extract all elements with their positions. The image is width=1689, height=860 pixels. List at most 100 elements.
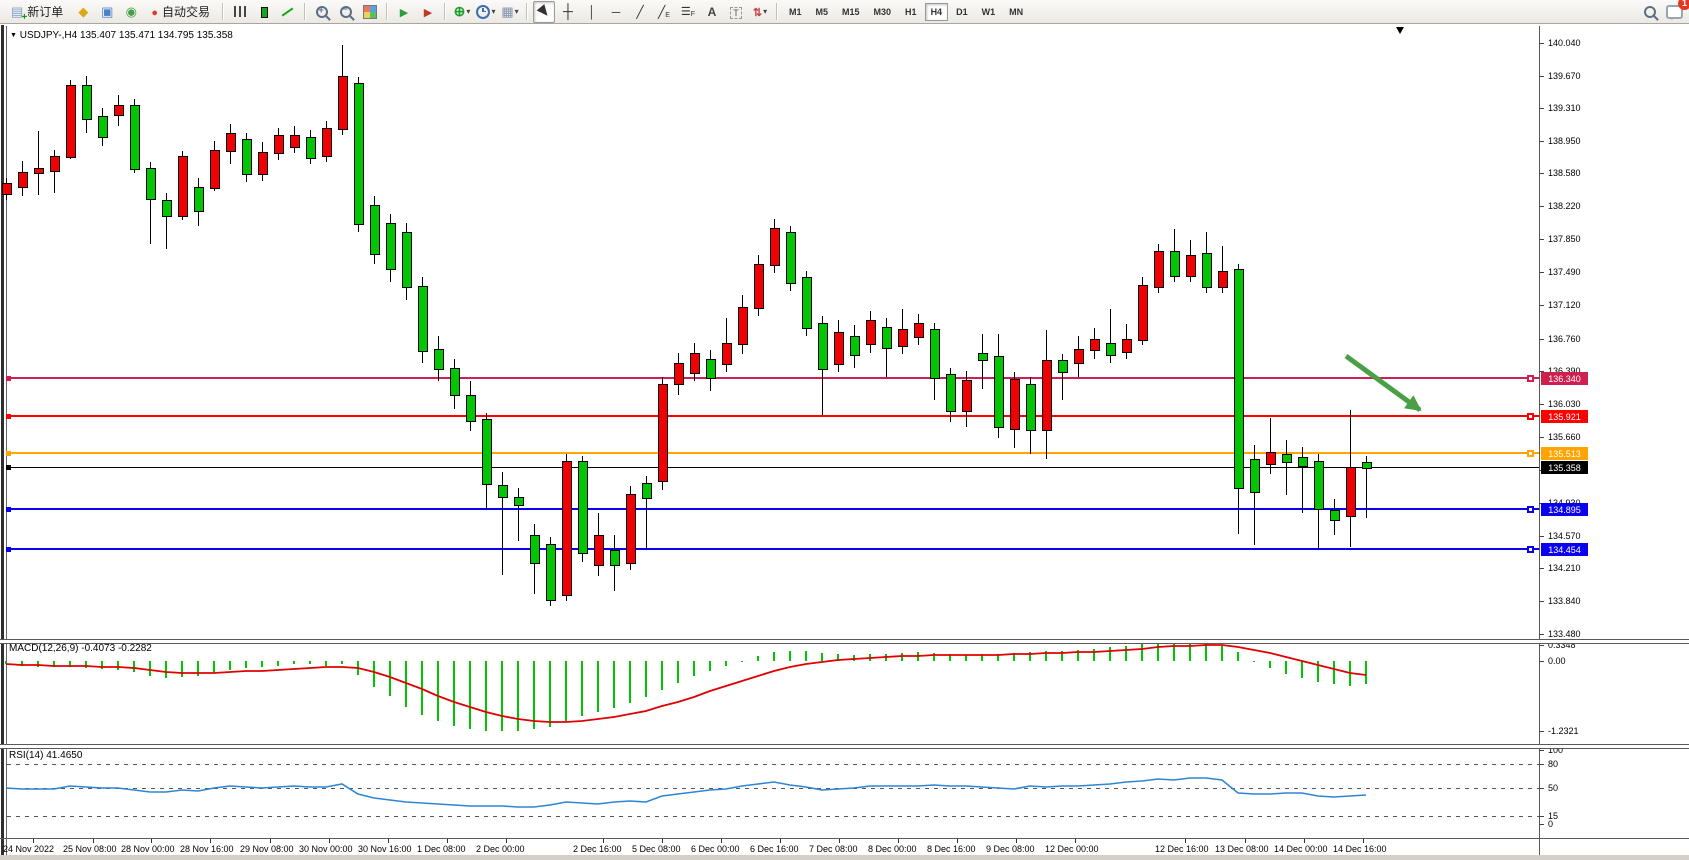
- macd-histogram-bar: [85, 661, 87, 668]
- candle-body: [18, 172, 28, 188]
- price-tag: 134.454: [1541, 543, 1588, 556]
- line-left-handle[interactable]: [6, 507, 11, 512]
- candle-body: [1170, 251, 1180, 277]
- candle-body: [1282, 454, 1292, 463]
- macd-histogram-bar: [261, 661, 263, 667]
- rsi-panel-separator[interactable]: [0, 744, 1689, 749]
- macd-histogram-bar: [1237, 652, 1239, 661]
- macd-signal-value: -0.2282: [118, 643, 152, 654]
- current-price-line[interactable]: [7, 467, 1539, 468]
- line-right-handle[interactable]: [1527, 450, 1534, 457]
- macd-histogram-bar: [869, 654, 871, 661]
- macd-histogram-bar: [1061, 651, 1063, 661]
- candle-body: [1298, 457, 1308, 467]
- macd-histogram-bar: [229, 661, 231, 670]
- price-axis-label: 133.480: [1548, 629, 1581, 639]
- candle-body: [1314, 461, 1324, 510]
- candle-body: [706, 359, 716, 379]
- candle-body: [914, 323, 924, 338]
- time-axis-tick: [388, 839, 389, 843]
- macd-histogram-bar: [1285, 661, 1287, 674]
- candle-body: [1202, 253, 1212, 288]
- rsi-line: [6, 778, 1366, 807]
- time-axis-label: 6 Dec 00:00: [691, 844, 740, 854]
- macd-histogram-bar: [533, 661, 535, 729]
- rsi-level-line: [7, 816, 1539, 817]
- candle-body: [722, 343, 732, 365]
- candle-wick: [1270, 418, 1271, 474]
- price-axis-tick: [1539, 339, 1544, 340]
- macd-histogram-bar: [837, 654, 839, 661]
- candle-body: [402, 232, 412, 288]
- macd-histogram-bar: [453, 661, 455, 726]
- macd-histogram-bar: [309, 661, 311, 664]
- candle-body: [258, 152, 268, 175]
- macd-histogram-bar: [21, 661, 23, 666]
- macd-histogram-bar: [853, 655, 855, 661]
- price-axis-label: 134.570: [1548, 531, 1581, 541]
- horizontal-level-line[interactable]: [7, 508, 1539, 510]
- price-axis-tick: [1539, 568, 1544, 569]
- price-axis-label: 137.120: [1548, 300, 1581, 310]
- rsi-value: 41.4650: [46, 750, 82, 761]
- candle-body: [546, 544, 556, 601]
- candle-body: [1250, 459, 1260, 493]
- candle-body: [82, 85, 92, 120]
- candle-body: [674, 363, 684, 385]
- macd-histogram-bar: [1333, 661, 1335, 684]
- macd-axis-label: -1.2321: [1548, 726, 1579, 736]
- candle-body: [450, 368, 460, 396]
- horizontal-level-line[interactable]: [7, 548, 1539, 550]
- horizontal-level-line[interactable]: [7, 415, 1539, 417]
- time-axis-tick: [1016, 839, 1017, 843]
- horizontal-level-line[interactable]: [7, 452, 1539, 454]
- macd-histogram-bar: [245, 661, 247, 668]
- macd-panel-separator[interactable]: [0, 639, 1689, 644]
- candle-body: [1154, 251, 1164, 288]
- time-axis-tick: [93, 839, 94, 843]
- macd-histogram-bar: [549, 661, 551, 727]
- line-left-handle[interactable]: [6, 465, 11, 470]
- candle-wick: [38, 131, 39, 195]
- line-left-handle[interactable]: [6, 547, 11, 552]
- price-axis-label: 136.030: [1548, 399, 1581, 409]
- macd-histogram-bar: [325, 661, 327, 666]
- time-axis-label: 24 Nov 2022: [3, 844, 54, 854]
- macd-histogram-bar: [613, 661, 615, 708]
- price-axis-label: 138.580: [1548, 168, 1581, 178]
- macd-histogram-bar: [1141, 644, 1143, 661]
- macd-histogram-bar: [133, 661, 135, 672]
- macd-histogram-bar: [725, 661, 727, 666]
- candle-body: [146, 168, 156, 200]
- candle-body: [514, 497, 524, 506]
- time-axis-label: 12 Dec 00:00: [1045, 844, 1099, 854]
- time-axis-tick: [1363, 839, 1364, 843]
- time-axis-tick: [898, 839, 899, 843]
- time-axis-tick: [1304, 839, 1305, 843]
- line-right-handle[interactable]: [1527, 413, 1534, 420]
- candle-body: [754, 264, 764, 309]
- line-right-handle[interactable]: [1527, 375, 1534, 382]
- time-axis-label: 5 Dec 08:00: [632, 844, 681, 854]
- price-axis-label: 138.220: [1548, 201, 1581, 211]
- line-left-handle[interactable]: [6, 451, 11, 456]
- line-right-handle[interactable]: [1527, 506, 1534, 513]
- horizontal-level-line[interactable]: [7, 377, 1539, 379]
- macd-histogram-bar: [965, 655, 967, 661]
- macd-histogram-bar: [917, 652, 919, 661]
- rsi-axis-tick: [1539, 788, 1544, 789]
- annotation-arrow[interactable]: [1346, 356, 1420, 410]
- line-right-handle[interactable]: [1527, 546, 1534, 553]
- candle-body: [466, 395, 476, 422]
- macd-axis-tick: [1539, 731, 1544, 732]
- price-axis-label: 140.040: [1548, 38, 1581, 48]
- line-left-handle[interactable]: [6, 414, 11, 419]
- macd-histogram-bar: [53, 661, 55, 667]
- candle-body: [210, 150, 220, 189]
- macd-histogram-bar: [1029, 652, 1031, 661]
- macd-histogram-bar: [661, 661, 663, 690]
- price-tag: 135.513: [1541, 447, 1588, 460]
- line-left-handle[interactable]: [6, 376, 11, 381]
- macd-histogram-bar: [277, 661, 279, 666]
- macd-histogram-bar: [565, 661, 567, 721]
